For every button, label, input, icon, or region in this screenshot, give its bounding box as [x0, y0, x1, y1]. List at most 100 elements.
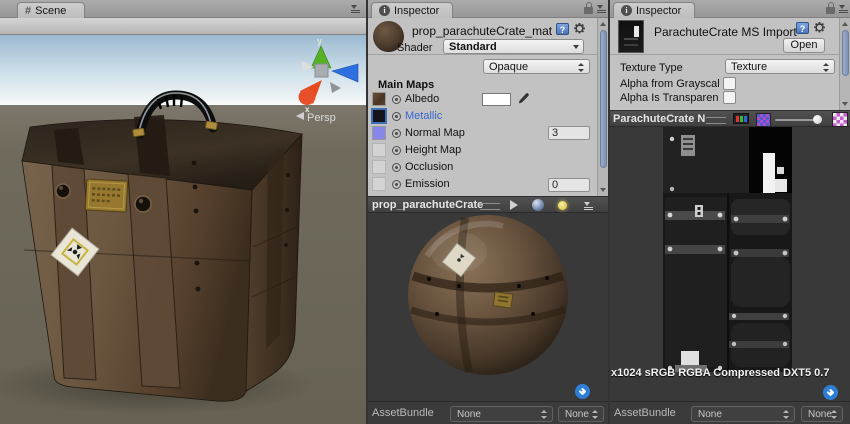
object-picker-icon[interactable] — [392, 163, 401, 172]
emission-texture-thumb[interactable] — [372, 177, 386, 191]
gizmo-center-cube[interactable] — [315, 64, 328, 77]
inspector-menu-icon[interactable] — [839, 4, 849, 13]
help-icon[interactable]: ? — [556, 23, 569, 35]
scroll-up-icon[interactable] — [842, 22, 848, 26]
preview-menu-icon[interactable] — [584, 201, 594, 210]
object-picker-icon[interactable] — [392, 112, 401, 121]
tab-inspector-label: Inspector — [394, 5, 439, 17]
axis-y-label: y — [317, 36, 322, 46]
map-row-albedo[interactable]: Albedo — [368, 92, 596, 108]
help-icon[interactable]: ? — [796, 22, 809, 34]
preview-light-toggle[interactable] — [558, 201, 567, 210]
alpha-is-transparent-checkbox[interactable] — [723, 91, 736, 104]
material-preview-title: prop_parachuteCrate — [372, 199, 483, 211]
object-picker-icon[interactable] — [392, 146, 401, 155]
texture-preview-header[interactable]: ParachuteCrate N — [610, 110, 850, 127]
assetbundle-value: None — [457, 409, 481, 420]
object-picker-icon[interactable] — [392, 95, 401, 104]
eyedropper-icon[interactable] — [517, 92, 529, 108]
assetbundle-footer: AssetBundle None None — [368, 401, 608, 424]
tab-inspector-label: Inspector — [636, 5, 681, 17]
grid-icon: # — [25, 5, 31, 17]
metallic-texture-thumb[interactable] — [372, 109, 386, 123]
texture-type-dropdown[interactable]: Texture — [725, 59, 835, 74]
assetbundle-variant-dropdown[interactable]: None — [801, 406, 843, 422]
alpha-from-grayscale-checkbox[interactable] — [723, 77, 736, 90]
map-row-occlusion[interactable]: Occlusion — [368, 160, 596, 176]
height-texture-thumb[interactable] — [372, 143, 386, 157]
inspector-scrollbar[interactable] — [597, 18, 608, 196]
normal-texture-thumb[interactable] — [372, 126, 386, 140]
emission-value-field[interactable]: 0 — [548, 178, 590, 192]
material-header: prop_parachuteCrate_mat ? Shader Standar… — [368, 18, 597, 55]
tab-inspector[interactable]: i Inspector — [613, 2, 695, 18]
preview-shape-toggle[interactable] — [532, 199, 544, 211]
material-preview-sphere[interactable] — [407, 214, 569, 376]
parachute-crate-model[interactable] — [22, 93, 302, 401]
scene-viewport-3d[interactable]: y x Persp — [0, 35, 366, 424]
shader-dropdown[interactable]: Standard — [443, 39, 584, 54]
rgb-channels-button[interactable] — [733, 113, 749, 124]
texture-preview-title: ParachuteCrate N — [613, 113, 705, 125]
persp-label[interactable]: Persp — [307, 112, 336, 124]
scroll-down-icon[interactable] — [842, 102, 848, 106]
assetbundle-value: None — [698, 409, 722, 420]
map-row-normal[interactable]: Normal Map 3 — [368, 126, 596, 142]
info-icon: i — [621, 5, 632, 16]
tab-scene[interactable]: # Scene — [17, 2, 85, 18]
occlusion-texture-thumb[interactable] — [372, 160, 386, 174]
texture-thumbnail[interactable] — [618, 20, 644, 53]
axis-x-cone-base[interactable] — [299, 89, 316, 105]
gear-icon[interactable] — [813, 21, 826, 37]
inspector-tabbar: i Inspector — [368, 0, 608, 18]
scroll-up-icon[interactable] — [600, 22, 606, 26]
map-label: Normal Map — [405, 127, 465, 139]
play-icon[interactable] — [510, 200, 518, 210]
albedo-color-swatch[interactable] — [482, 93, 511, 106]
scrollbar-thumb[interactable] — [842, 30, 849, 76]
assetbundle-dropdown[interactable]: None — [691, 406, 795, 422]
scene-menu-icon[interactable] — [351, 4, 361, 13]
open-button[interactable]: Open — [783, 38, 825, 53]
updown-arrows-icon — [541, 410, 548, 419]
material-preview-header[interactable]: prop_parachuteCrate .pvhead .menu-icon::… — [368, 196, 608, 213]
mip-slider-handle[interactable] — [813, 115, 822, 124]
unity-editor-window: # Scene Shaded 2D — [0, 0, 850, 424]
inspector-tabbar: i Inspector — [610, 0, 850, 18]
chevron-down-icon — [573, 45, 579, 49]
lock-icon[interactable] — [584, 7, 593, 14]
object-picker-icon[interactable] — [392, 180, 401, 189]
assetbundle-variant-dropdown[interactable]: None — [558, 406, 604, 422]
map-label: Emission — [405, 178, 450, 190]
inspector-scrollbar[interactable] — [839, 18, 850, 110]
normal-map-value-field[interactable]: 3 — [548, 126, 590, 140]
texture-preview-area[interactable]: x1024 sRGB RGBA Compressed DXT5 0.7 — [610, 127, 850, 401]
assetbundle-tag-icon[interactable] — [575, 384, 590, 402]
map-label: Albedo — [405, 93, 439, 105]
albedo-texture-thumb[interactable] — [372, 92, 386, 106]
drag-handle-icon[interactable] — [480, 203, 500, 210]
gear-icon[interactable] — [573, 22, 586, 38]
scroll-down-icon[interactable] — [600, 188, 606, 192]
alpha-checker-icon[interactable] — [832, 112, 848, 127]
map-row-height[interactable]: Height Map — [368, 143, 596, 159]
map-row-metallic[interactable]: Metallic — [368, 109, 596, 125]
tab-inspector[interactable]: i Inspector — [371, 2, 453, 18]
assetbundle-footer: AssetBundle None None — [610, 401, 850, 424]
lock-icon[interactable] — [826, 7, 835, 14]
material-title: prop_parachuteCrate_mat — [412, 24, 552, 38]
updown-arrows-icon — [592, 410, 599, 419]
scene-panel: # Scene Shaded 2D — [0, 0, 366, 424]
map-row-emission[interactable]: Emission 0 — [368, 177, 596, 193]
scene-tabbar: # Scene — [0, 0, 366, 18]
inspector-menu-icon[interactable] — [597, 4, 607, 13]
scrollbar-thumb[interactable] — [600, 30, 607, 168]
tab-scene-label: Scene — [35, 5, 66, 17]
assetbundle-dropdown[interactable]: None — [450, 406, 553, 422]
drag-handle-icon[interactable] — [706, 117, 726, 124]
object-picker-icon[interactable] — [392, 129, 401, 138]
rendering-mode-dropdown[interactable]: Opaque — [483, 59, 590, 74]
mipmap-checker-icon[interactable] — [756, 113, 771, 127]
alpha-is-transparent-label: Alpha Is Transparen — [620, 92, 718, 104]
material-preview-area[interactable] — [368, 213, 608, 401]
